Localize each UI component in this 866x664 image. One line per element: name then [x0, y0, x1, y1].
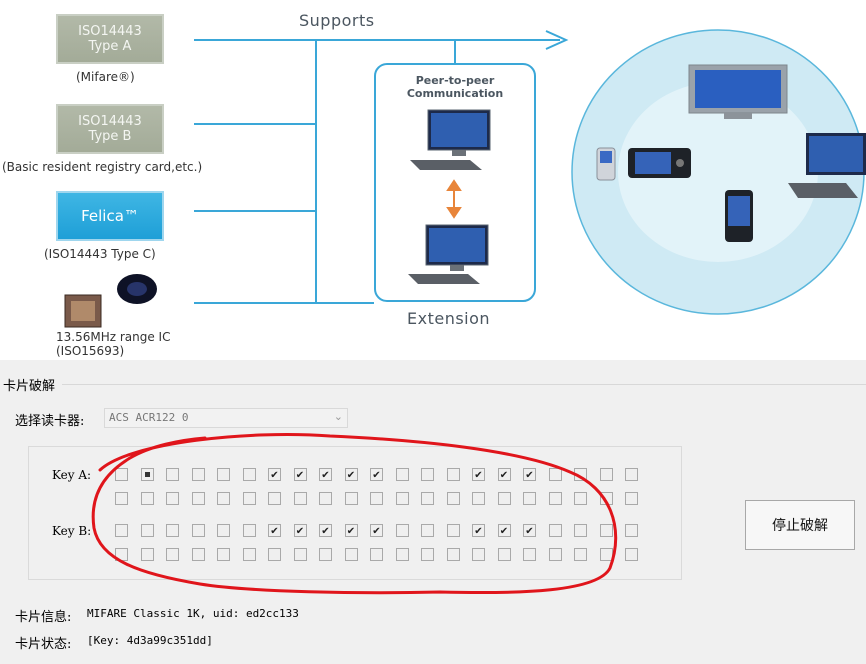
p2p-label: Peer-to-peer Communication [406, 74, 504, 100]
nfc-standards-diagram: ISO14443 Type A (Mifare®) ISO14443 Type … [0, 0, 866, 360]
iso14443-type-b-box: ISO14443 Type B [56, 104, 164, 154]
music-player-icon [596, 147, 616, 181]
felica-box: Felica™ [56, 191, 164, 241]
standard-caption: 13.56MHz range IC (ISO15693) [56, 330, 171, 358]
phone-icon [725, 190, 753, 242]
standard-label: Felica™ [81, 206, 139, 225]
standard-label: ISO14443 Type A [78, 24, 142, 54]
standard-caption: (Basic resident registry card,etc.) [2, 160, 203, 174]
standard-caption: (Mifare®) [76, 70, 135, 84]
game-device-icon [628, 148, 691, 178]
tv-icon [688, 64, 788, 119]
supports-label: Supports [299, 11, 375, 30]
iso14443-type-a-box: ISO14443 Type A [56, 14, 164, 64]
ic-chip-icon [64, 294, 102, 328]
standard-caption: (ISO14443 Type C) [44, 247, 156, 261]
red-circle-annotation [91, 433, 618, 595]
round-tag-icon [117, 274, 157, 304]
standard-label: ISO14443 Type B [78, 114, 142, 144]
extension-label: Extension [407, 309, 491, 328]
card-crack-panel: 卡片破解 选择读卡器: ACS ACR122 0 ⌄ Key A: Key B:… [0, 360, 866, 664]
